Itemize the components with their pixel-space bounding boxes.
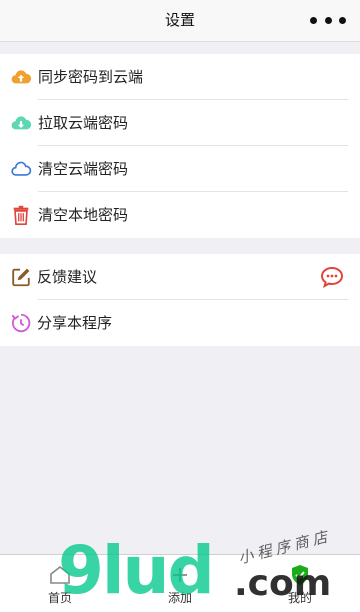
pull-from-cloud-label: 拉取云端密码 xyxy=(38,114,129,132)
shield-check-icon xyxy=(292,565,308,585)
tab-bar: 首页 添加 我的 xyxy=(0,554,360,612)
share-icon xyxy=(11,313,31,333)
clear-local-item[interactable]: 清空本地密码 xyxy=(0,192,360,238)
clear-cloud-item[interactable]: 清空云端密码 xyxy=(0,146,360,192)
share-item[interactable]: 分享本程序 xyxy=(0,300,360,346)
cloud-download-icon xyxy=(11,116,32,130)
tab-mine-label: 我的 xyxy=(287,591,312,605)
chat-bubble-icon xyxy=(320,266,344,288)
dot-icon xyxy=(310,16,317,24)
tab-home[interactable]: 首页 xyxy=(0,555,120,612)
home-icon xyxy=(50,565,70,584)
tab-add-label: 添加 xyxy=(167,591,192,605)
edit-icon xyxy=(12,268,30,287)
cloud-outline-icon xyxy=(11,161,32,176)
tab-mine[interactable]: 我的 xyxy=(240,555,360,612)
cloud-settings-group: 同步密码到云端 拉取云端密码 清空云端密码 清空本地密码 xyxy=(0,54,360,238)
dot-icon xyxy=(324,16,332,24)
clear-cloud-label: 清空云端密码 xyxy=(38,160,129,178)
trash-icon xyxy=(13,205,29,225)
more-menu-button[interactable] xyxy=(310,10,346,30)
sync-to-cloud-label: 同步密码到云端 xyxy=(38,68,144,86)
pull-from-cloud-item[interactable]: 拉取云端密码 xyxy=(0,100,360,146)
add-icon xyxy=(173,568,187,582)
page-title: 设置 xyxy=(164,11,195,29)
feedback-label: 反馈建议 xyxy=(37,268,98,286)
feedback-item[interactable]: 反馈建议 xyxy=(0,254,360,300)
dot-icon xyxy=(339,16,346,24)
cloud-upload-icon xyxy=(11,70,32,84)
tab-add[interactable]: 添加 xyxy=(120,555,240,612)
tab-home-label: 首页 xyxy=(47,591,72,605)
share-label: 分享本程序 xyxy=(37,314,113,332)
sync-to-cloud-item[interactable]: 同步密码到云端 xyxy=(0,54,360,100)
clear-local-label: 清空本地密码 xyxy=(38,206,129,224)
misc-group: 反馈建议 分享本程序 xyxy=(0,254,360,346)
navigation-bar: 设置 xyxy=(0,0,360,42)
